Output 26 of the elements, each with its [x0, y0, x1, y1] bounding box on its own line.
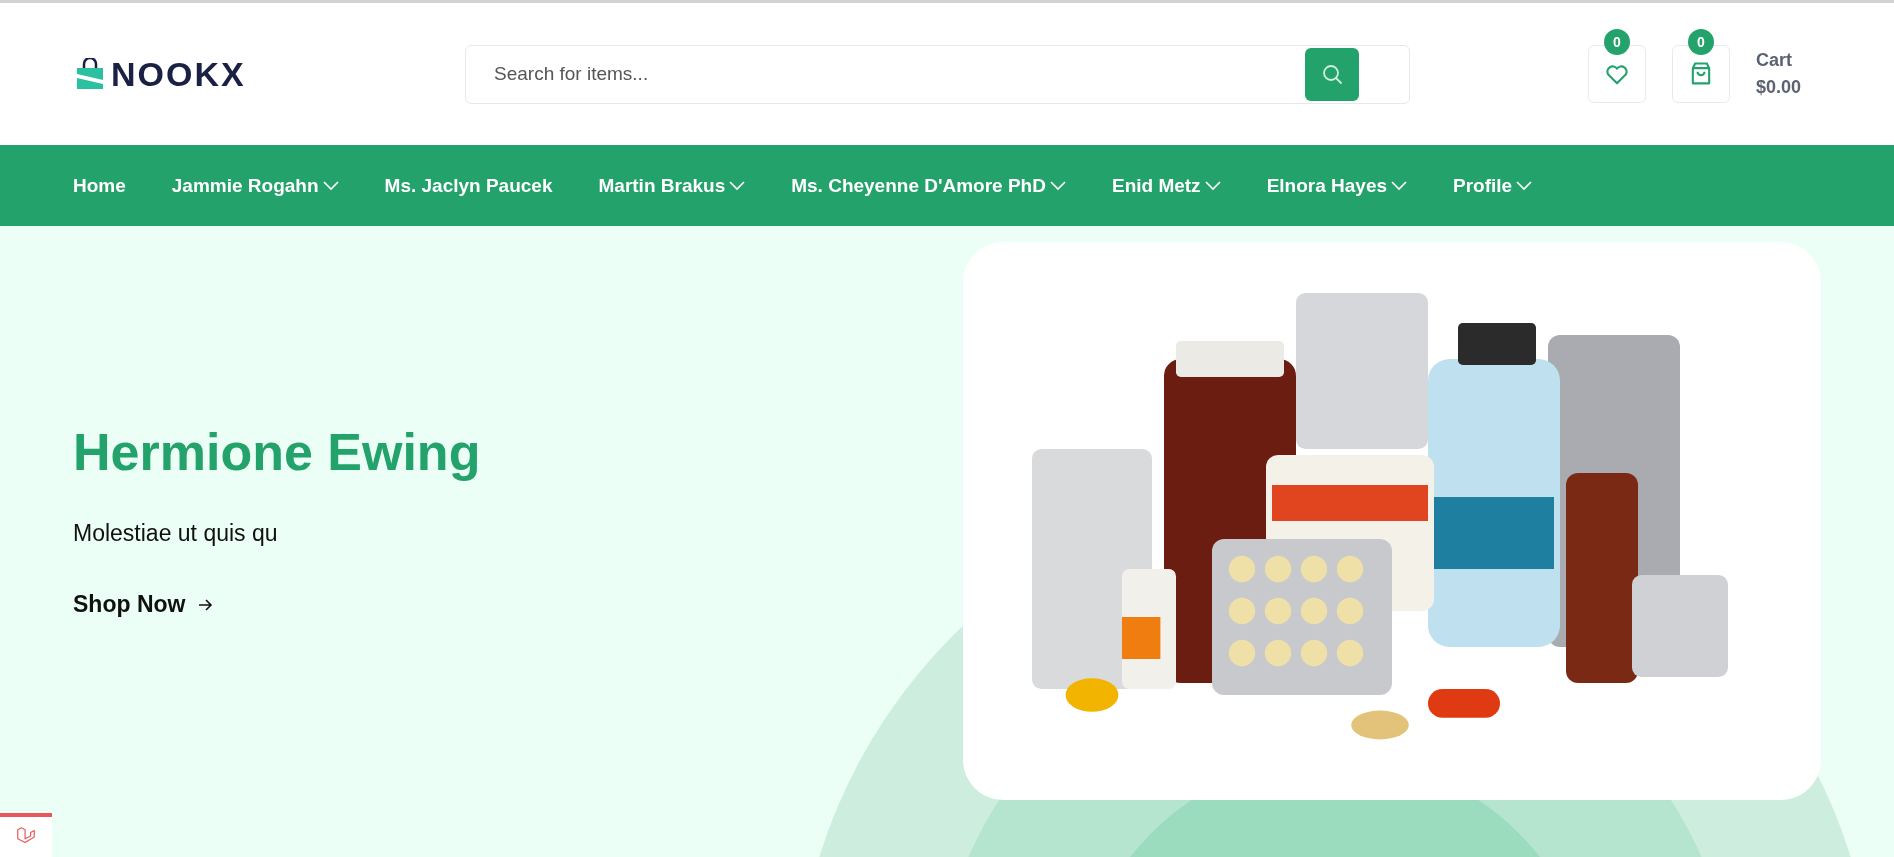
search-icon	[1320, 62, 1344, 86]
search-button[interactable]	[1305, 47, 1359, 101]
shopping-bag-icon	[75, 58, 105, 90]
nav-link[interactable]: Enid Metz	[1111, 174, 1221, 197]
hero-text: Molestiae ut quis qu	[73, 520, 279, 547]
search-bar[interactable]: Search for items...	[465, 44, 1410, 104]
cart-button[interactable]	[1672, 45, 1730, 103]
nav-link[interactable]: Elnora Hayes	[1266, 174, 1408, 197]
logo-text: NOOKX	[111, 54, 246, 94]
nav-link[interactable]: Ms. Cheyenne D'Amore PhD	[791, 174, 1066, 197]
cart-label: Cart	[1756, 50, 1793, 71]
nav-link[interactable]: Profile	[1453, 174, 1533, 197]
logo[interactable]: NOOKX	[75, 54, 465, 94]
nav-link[interactable]: Home	[73, 174, 126, 197]
nav-link[interactable]: Ms. Jaclyn Paucek	[384, 174, 553, 197]
shop-now-link[interactable]: Shop Now	[73, 591, 214, 618]
count-badge: 0	[1604, 29, 1630, 55]
wishlist-button[interactable]	[1588, 45, 1646, 103]
count-badge: 0	[1688, 29, 1714, 55]
arrow-right-icon	[197, 596, 214, 613]
nav-link[interactable]: Martin Brakus	[598, 174, 746, 197]
nav-link[interactable]: Jammie Rogahn	[171, 174, 339, 197]
hero-title: Hermione Ewing	[73, 422, 482, 482]
debug-bar-tab[interactable]	[0, 813, 52, 857]
search-field[interactable]: Search for items...	[492, 62, 1305, 86]
cart-total: $0.00	[1756, 77, 1802, 98]
